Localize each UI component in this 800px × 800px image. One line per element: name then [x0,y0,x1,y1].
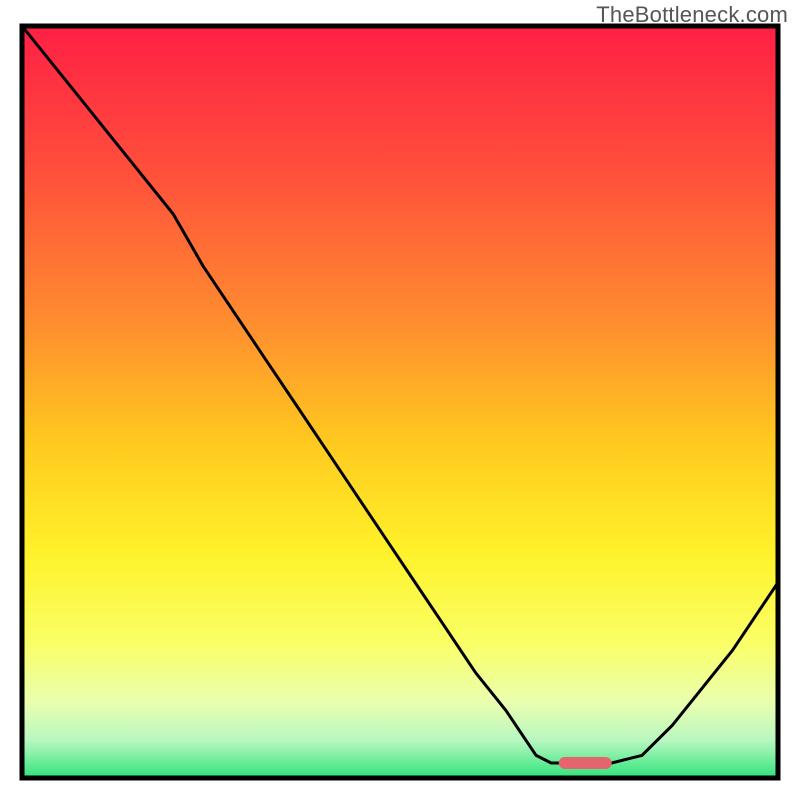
chart-stage: TheBottleneck.com [0,0,800,800]
chart-gradient-bg [22,26,778,778]
bottleneck-chart [0,0,800,800]
optimal-range-marker [559,757,612,769]
watermark-text: TheBottleneck.com [596,2,788,28]
